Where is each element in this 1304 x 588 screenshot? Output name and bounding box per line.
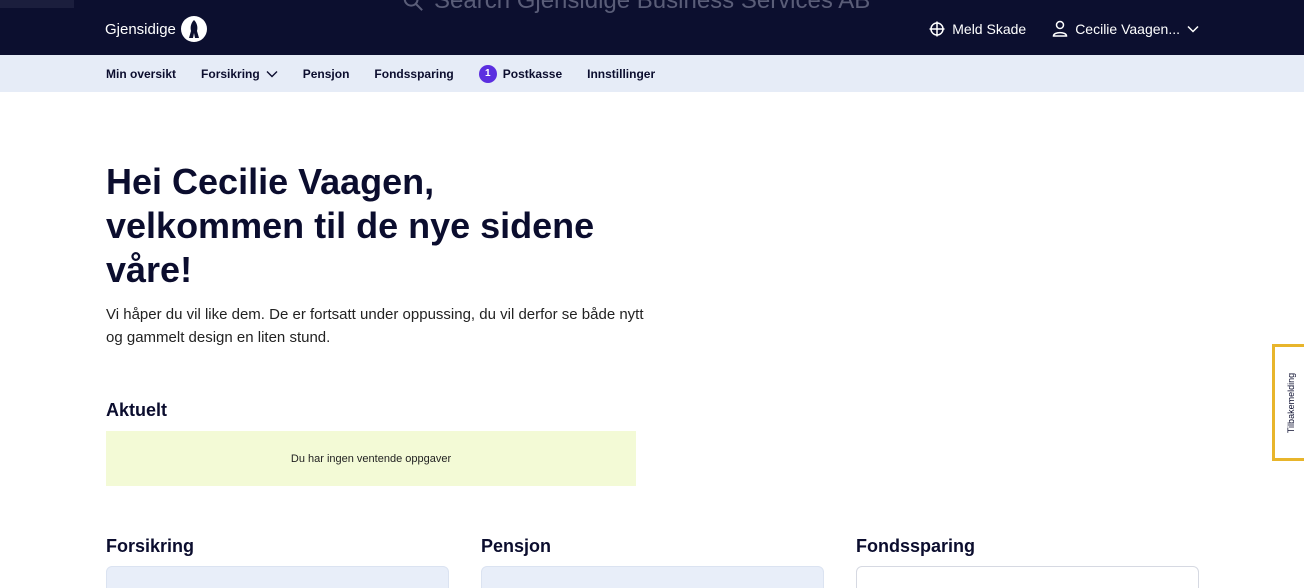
nav-item-innstillinger[interactable]: Innstillinger <box>587 67 655 81</box>
empty-message: Du har ingen ventende oppgaver <box>290 452 452 465</box>
chevron-down-icon <box>1187 25 1199 33</box>
browser-tab-edge <box>0 0 74 8</box>
nav-item-label: Innstillinger <box>587 66 656 81</box>
meld-skade-label: Meld Skade <box>952 20 1027 37</box>
brand-logo-link[interactable]: Gjensidige <box>105 16 207 42</box>
brand-name: Gjensidige <box>105 20 176 38</box>
title-line: Hei Cecilie Vaagen, <box>106 161 435 202</box>
pensjon-card[interactable] <box>481 566 824 588</box>
nav-item-fondssparing[interactable]: Fondssparing <box>374 67 453 81</box>
nav-item-label: Min oversikt <box>106 66 177 81</box>
nav-item-postkasse[interactable]: 1 Postkasse <box>478 64 563 83</box>
nav-item-label: Fondssparing <box>374 66 454 81</box>
aktuelt-empty-state: Du har ingen ventende oppgaver <box>106 431 636 486</box>
fondssparing-card[interactable] <box>856 566 1199 588</box>
user-name: Cecilie Vaagen... <box>1075 20 1180 37</box>
nav-item-forsikring[interactable]: Forsikring <box>201 67 278 81</box>
gjensidige-logo-icon <box>180 16 207 42</box>
nav-item-pensjon[interactable]: Pensjon <box>303 67 350 81</box>
pensjon-heading: Pensjon <box>481 536 552 556</box>
top-actions: Meld Skade Cecilie Vaagen... <box>929 20 1199 37</box>
crosshair-icon <box>929 21 945 36</box>
nav-item-label: Postkasse <box>502 66 563 81</box>
search-placeholder: Search Gjensidige Business Services AB <box>434 0 871 14</box>
page-title: Hei Cecilie Vaagen, velkommen til de nye… <box>106 160 666 292</box>
user-menu[interactable]: Cecilie Vaagen... <box>1052 20 1199 37</box>
unread-count-badge: 1 <box>478 64 497 83</box>
nav-item-min-oversikt[interactable]: Min oversikt <box>106 67 176 81</box>
title-line: velkommen til de nye sidene <box>106 205 595 246</box>
forsikring-card[interactable] <box>106 566 449 588</box>
feedback-label: Tilbakemelding <box>1286 372 1297 433</box>
fondssparing-heading: Fondssparing <box>856 536 976 556</box>
feedback-tab[interactable]: Tilbakemelding <box>1272 344 1304 461</box>
nav-item-label: Pensjon <box>302 66 350 81</box>
title-line: våre! <box>106 249 193 290</box>
top-bar: Search Gjensidige Business Services AB G… <box>0 0 1304 55</box>
intro-text: Vi håper du vil like dem. De er fortsatt… <box>106 306 644 346</box>
nav-item-label: Forsikring <box>201 66 260 81</box>
user-icon <box>1052 20 1068 37</box>
forsikring-heading: Forsikring <box>106 536 195 556</box>
search-bar[interactable]: Search Gjensidige Business Services AB <box>402 0 870 15</box>
main-nav: Min oversikt Forsikring Pensjon Fondsspa… <box>0 55 1304 92</box>
aktuelt-heading: Aktuelt <box>106 400 168 420</box>
meld-skade-button[interactable]: Meld Skade <box>929 21 1026 37</box>
chevron-down-icon <box>266 70 278 77</box>
search-icon <box>403 0 423 11</box>
